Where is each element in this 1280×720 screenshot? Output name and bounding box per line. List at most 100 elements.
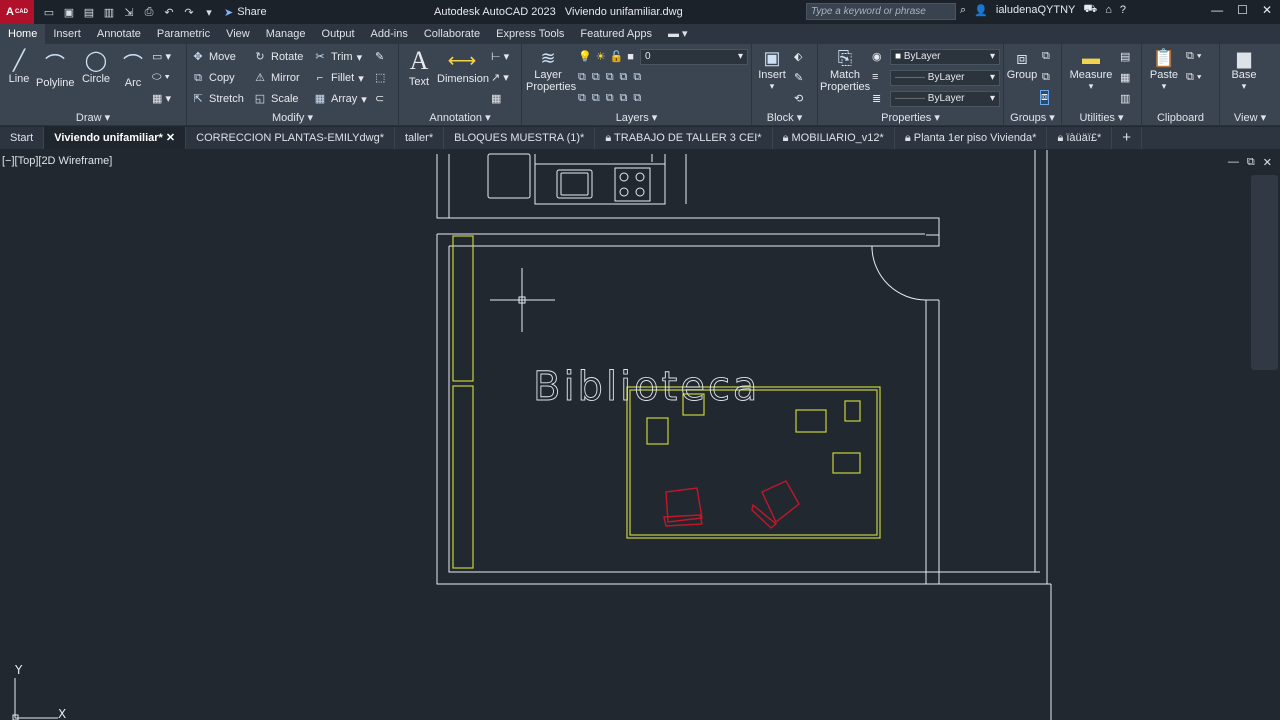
erase-icon[interactable]: ✎ xyxy=(375,50,384,63)
tab-express-tools[interactable]: Express Tools xyxy=(488,24,572,44)
draw-panel-title[interactable]: Draw ▾ xyxy=(0,111,186,124)
maximize-icon[interactable]: ☐ xyxy=(1237,3,1248,17)
measure-button[interactable]: ▬ Measure ▾ xyxy=(1068,48,1114,92)
app-logo[interactable]: A CAD xyxy=(0,0,34,24)
cut-icon[interactable]: ⧉ ▾ xyxy=(1186,71,1202,84)
dimension-button[interactable]: ⟷ Dimension xyxy=(437,48,489,85)
tab-view[interactable]: View xyxy=(218,24,258,44)
fillet-button[interactable]: ⌐ Fillet ▾ xyxy=(313,71,364,85)
view-panel-title[interactable]: View ▾ xyxy=(1220,111,1280,124)
new-tab-icon[interactable]: + xyxy=(1112,127,1143,149)
tab-add-ins[interactable]: Add-ins xyxy=(363,24,416,44)
tab-annotate[interactable]: Annotate xyxy=(89,24,149,44)
minimize-icon[interactable]: — xyxy=(1211,3,1223,17)
linetype-dropdown[interactable]: ——— ByLayer ▾ xyxy=(890,70,1000,86)
modify-panel-title[interactable]: Modify ▾ xyxy=(187,111,398,124)
mirror-button[interactable]: ⚠ Mirror xyxy=(253,71,300,85)
arc-button[interactable]: ⌒ Arc xyxy=(120,48,146,89)
line-button[interactable]: ╱ Line xyxy=(4,48,34,85)
web-mobile-icon[interactable]: ⇲ xyxy=(122,5,136,19)
user-icon[interactable]: 👤 xyxy=(974,4,988,17)
cart-icon[interactable]: ⛟ xyxy=(1083,3,1097,17)
search-input[interactable]: Type a keyword or phrase xyxy=(806,3,956,20)
hatch-icon[interactable]: ▦ ▾ xyxy=(152,92,171,105)
trim-button[interactable]: ✂ Trim ▾ xyxy=(313,50,362,64)
undo-icon[interactable]: ↶ xyxy=(162,5,176,19)
color-dropdown[interactable]: ■ ByLayer ▾ xyxy=(890,49,1000,65)
search-icon[interactable]: ⌕ xyxy=(960,4,966,17)
group-select-icon[interactable]: ⧈ xyxy=(1040,90,1049,105)
share-button[interactable]: ➤ Share xyxy=(224,6,267,19)
circle-button[interactable]: ◯ Circle xyxy=(80,48,112,85)
lineweight-icon[interactable]: ≣ xyxy=(872,92,881,105)
block-attribute-icon[interactable]: ⟲ xyxy=(794,92,803,105)
drawing-viewport[interactable]: [−][Top][2D Wireframe] — ⧉ ✕ Biblioteca … xyxy=(0,150,1280,720)
save-as-icon[interactable]: ▥ xyxy=(102,5,116,19)
help-icon[interactable]: ? xyxy=(1120,4,1126,16)
autodesk-app-icon[interactable]: ⌂ xyxy=(1105,4,1112,16)
scale-button[interactable]: ◱ Scale xyxy=(253,92,299,106)
user-name[interactable]: ialudenaQYTNY xyxy=(996,4,1076,16)
redo-icon[interactable]: ↷ xyxy=(182,5,196,19)
save-icon[interactable]: ▤ xyxy=(82,5,96,19)
doc-tab-bloques-muestra[interactable]: BLOQUES MUESTRA (1)* xyxy=(444,127,596,149)
multileader-icon[interactable]: ↗ ▾ xyxy=(491,71,509,84)
paste-button[interactable]: 📋 Paste ▾ xyxy=(1148,48,1180,92)
id-point-icon[interactable]: ▥ xyxy=(1120,92,1130,105)
doc-tab-viviendo-unifamiliar[interactable]: Viviendo unifamiliar* ✕ xyxy=(44,127,187,149)
new-file-icon[interactable]: ▭ xyxy=(42,5,56,19)
doc-tab-taller[interactable]: taller* xyxy=(395,127,445,149)
close-tab-icon[interactable]: ✕ xyxy=(166,132,175,144)
doc-tab-correccion-plantas[interactable]: CORRECCION PLANTAS-EMILYdwg* xyxy=(186,127,395,149)
calculator-icon[interactable]: ▤ xyxy=(1120,50,1130,63)
layer-properties-button[interactable]: ≋ Layer Properties xyxy=(526,48,576,93)
group-button[interactable]: ⧈ Group xyxy=(1006,48,1038,81)
tab-parametric[interactable]: Parametric xyxy=(149,24,218,44)
polyline-button[interactable]: ⌒ Polyline xyxy=(36,48,75,89)
tab-insert[interactable]: Insert xyxy=(45,24,89,44)
ungroup-icon[interactable]: ⧉ xyxy=(1042,50,1050,63)
offset-icon[interactable]: ⊂ xyxy=(375,92,384,105)
doc-tab-start[interactable]: Start xyxy=(0,127,45,149)
text-button[interactable]: A Text xyxy=(405,46,433,88)
move-button[interactable]: ✥ Move xyxy=(191,50,236,64)
doc-tab-planta-1er-piso[interactable]: 🔒︎ Planta 1er piso Vivienda* xyxy=(895,127,1048,149)
plot-icon[interactable]: ⎙ xyxy=(142,5,156,19)
copy-button[interactable]: ⧉ Copy xyxy=(191,71,235,85)
base-button[interactable]: ▆ Base ▾ xyxy=(1226,48,1262,92)
doc-tab-encoded[interactable]: 🔒︎ ïàüäï£* xyxy=(1047,127,1113,149)
open-folder-icon[interactable]: ▣ xyxy=(62,5,76,19)
lineweight-dropdown[interactable]: ——— ByLayer ▾ xyxy=(890,91,1000,107)
array-button[interactable]: ▦ Array ▾ xyxy=(313,92,367,106)
close-icon[interactable]: ✕ xyxy=(1262,3,1272,17)
layer-dropdown[interactable]: 0 ▾ xyxy=(640,49,748,65)
ellipse-icon[interactable]: ⬭ ▾ xyxy=(152,71,170,84)
clipboard-panel-title[interactable]: Clipboard xyxy=(1142,112,1219,124)
group-edit-icon[interactable]: ⧉ xyxy=(1042,71,1050,84)
tab-output[interactable]: Output xyxy=(314,24,363,44)
doc-tab-trabajo-taller[interactable]: 🔒︎ TRABAJO DE TALLER 3 CEI* xyxy=(595,127,773,149)
tab-featured-apps[interactable]: Featured Apps xyxy=(572,24,660,44)
block-panel-title[interactable]: Block ▾ xyxy=(752,111,817,124)
quick-select-icon[interactable]: ▦ xyxy=(1120,71,1130,84)
insert-button[interactable]: ▣ Insert ▾ xyxy=(754,48,790,92)
layers-panel-title[interactable]: Layers ▾ xyxy=(522,111,751,124)
properties-panel-title[interactable]: Properties ▾ xyxy=(818,111,1003,124)
create-block-icon[interactable]: ⬖ xyxy=(794,50,802,63)
copy-clip-icon[interactable]: ⧉ ▾ xyxy=(1186,50,1202,63)
utilities-panel-title[interactable]: Utilities ▾ xyxy=(1062,111,1141,124)
match-properties-button[interactable]: ⎘ Match Properties xyxy=(820,48,870,93)
rectangle-icon[interactable]: ▭ ▾ xyxy=(152,50,171,63)
annotation-panel-title[interactable]: Annotation ▾ xyxy=(399,111,521,124)
explode-icon[interactable]: ⬚ xyxy=(375,71,385,84)
tab-collaborate[interactable]: Collaborate xyxy=(416,24,488,44)
layer-tools-row-2[interactable]: ⧉⧉⧉⧉⧉ xyxy=(578,92,647,105)
customize-chevron-icon[interactable]: ▾ xyxy=(202,5,216,19)
table-icon[interactable]: ▦ xyxy=(491,92,501,105)
linetype-icon[interactable]: ≡ xyxy=(872,71,878,83)
tab-home[interactable]: Home xyxy=(0,24,46,44)
color-wheel-icon[interactable]: ◉ xyxy=(872,50,882,63)
layer-state-icons[interactable]: 💡 ☀ 🔓 ■ xyxy=(578,50,634,64)
edit-block-icon[interactable]: ✎ xyxy=(794,71,803,84)
doc-tab-mobiliario[interactable]: 🔒︎ MOBILIARIO_v12* xyxy=(773,127,895,149)
